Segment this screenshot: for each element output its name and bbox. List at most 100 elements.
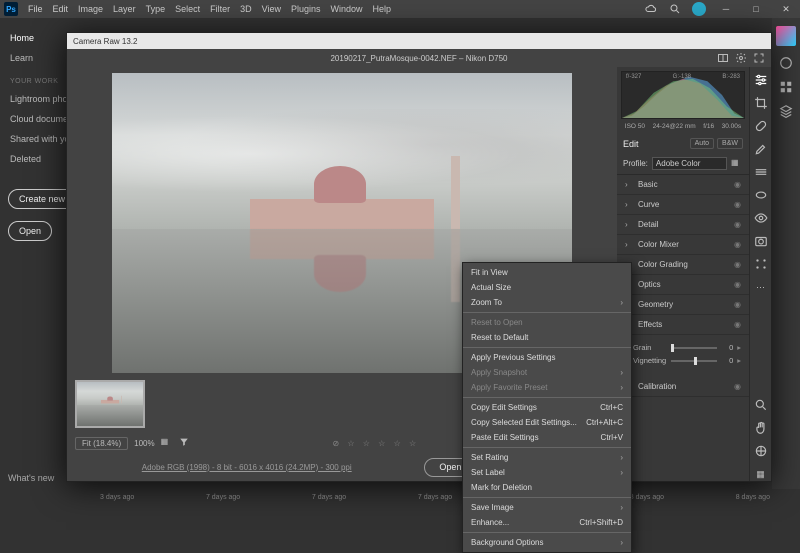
section-color-grading[interactable]: ›Color Grading◉: [617, 255, 749, 275]
ctx-mark-deletion[interactable]: Mark for Deletion: [463, 480, 631, 495]
panel-thumb[interactable]: [776, 26, 796, 46]
ctx-apply-previous[interactable]: Apply Previous Settings: [463, 350, 631, 365]
window-minimize-icon[interactable]: ─: [716, 4, 736, 14]
zoom-100[interactable]: 100%: [134, 439, 154, 448]
toggle-before-after-icon[interactable]: [717, 52, 729, 64]
auto-button[interactable]: Auto: [690, 138, 714, 149]
snapshots-icon[interactable]: [754, 234, 768, 248]
open-button[interactable]: Open: [8, 221, 52, 241]
layers-panel-icon[interactable]: [779, 104, 793, 118]
ctx-reset-default[interactable]: Reset to Default: [463, 330, 631, 345]
grid-view-icon[interactable]: ▦: [161, 437, 173, 449]
workflow-options-link[interactable]: Adobe RGB (1998) - 8 bit - 6016 x 4016 (…: [77, 463, 416, 472]
more-tools-icon[interactable]: ⋯: [754, 280, 768, 294]
exif-row: ISO 5024-24@22 mmf/1630.00s: [617, 123, 749, 134]
ctx-apply-favorite: Apply Favorite Preset: [463, 380, 631, 395]
ctx-set-label[interactable]: Set Label: [463, 465, 631, 480]
profile-dropdown[interactable]: Adobe Color: [652, 157, 727, 170]
color-sampler-icon[interactable]: [754, 444, 768, 458]
filmstrip-thumb[interactable]: [75, 380, 145, 428]
histo-r: f/-327: [626, 74, 641, 80]
menu-type[interactable]: Type: [146, 4, 166, 14]
cr-filename: 20190217_PutraMosque-0042.NEF – Nikon D7…: [330, 54, 507, 63]
zoom-tool-icon[interactable]: [754, 398, 768, 412]
ctx-apply-snapshot: Apply Snapshot: [463, 365, 631, 380]
recent-items-timestamps: 3 days ago7 days ago7 days ago7 days ago…: [100, 494, 770, 501]
window-maximize-icon[interactable]: □: [746, 4, 766, 14]
graduated-filter-icon[interactable]: [754, 165, 768, 179]
histo-g: G:-138: [673, 74, 691, 80]
ps-logo: Ps: [4, 2, 18, 16]
menu-3d[interactable]: 3D: [240, 4, 252, 14]
camera-raw-dialog: Camera Raw 13.2 20190217_PutraMosque-004…: [66, 32, 772, 482]
grain-slider[interactable]: Grain 0 ▸: [633, 343, 741, 352]
edit-panel-title: Edit: [623, 139, 639, 149]
edit-accordion: ›Basic◉ ›Curve◉ ›Detail◉ ›Color Mixer◉ ›…: [617, 174, 749, 397]
section-basic[interactable]: ›Basic◉: [617, 175, 749, 195]
hand-tool-icon[interactable]: [754, 421, 768, 435]
edit-panel: f/-327 G:-138 B:-283 ISO 5024-24@22 mmf/…: [617, 67, 749, 481]
menu-edit[interactable]: Edit: [53, 4, 69, 14]
section-detail[interactable]: ›Detail◉: [617, 215, 749, 235]
ctx-paste-edit[interactable]: Paste Edit SettingsCtrl+V: [463, 430, 631, 445]
menu-file[interactable]: File: [28, 4, 43, 14]
section-color-mixer[interactable]: ›Color Mixer◉: [617, 235, 749, 255]
ctx-fit-in-view[interactable]: Fit in View: [463, 265, 631, 280]
section-curve[interactable]: ›Curve◉: [617, 195, 749, 215]
edit-tool-icon[interactable]: [754, 73, 768, 87]
radial-filter-icon[interactable]: [754, 188, 768, 202]
app-menubar: Ps File Edit Image Layer Type Select Fil…: [0, 0, 800, 18]
gear-icon[interactable]: [735, 52, 747, 64]
ctx-copy-selected-edit[interactable]: Copy Selected Edit Settings...Ctrl+Alt+C: [463, 415, 631, 430]
adjustment-brush-icon[interactable]: [754, 142, 768, 156]
bw-button[interactable]: B&W: [717, 138, 743, 149]
cr-toolstrip: ⋯ ▦: [749, 67, 771, 481]
histogram[interactable]: f/-327 G:-138 B:-283: [621, 71, 745, 119]
context-menu: Fit in View Actual Size Zoom To Reset to…: [462, 262, 632, 553]
menu-plugins[interactable]: Plugins: [291, 4, 321, 14]
zoom-fit-dropdown[interactable]: Fit (18.4%): [75, 437, 128, 450]
healing-tool-icon[interactable]: [754, 119, 768, 133]
window-close-icon[interactable]: ✕: [776, 4, 796, 15]
section-geometry[interactable]: ›Geometry◉: [617, 295, 749, 315]
cloud-icon[interactable]: [644, 2, 658, 16]
crop-tool-icon[interactable]: [754, 96, 768, 110]
swatches-panel-icon[interactable]: [779, 80, 793, 94]
section-optics[interactable]: ›Optics◉: [617, 275, 749, 295]
cr-filename-bar: 20190217_PutraMosque-0042.NEF – Nikon D7…: [67, 49, 771, 67]
ctx-reset-open: Reset to Open: [463, 315, 631, 330]
redeye-tool-icon[interactable]: [754, 211, 768, 225]
profile-label: Profile:: [623, 159, 648, 168]
ctx-save-image[interactable]: Save Image: [463, 500, 631, 515]
menu-help[interactable]: Help: [373, 4, 392, 14]
ctx-enhance[interactable]: Enhance...Ctrl+Shift+D: [463, 515, 631, 530]
right-panel-dock: [772, 18, 800, 489]
section-calibration[interactable]: ›Calibration◉: [617, 377, 749, 397]
cr-titlebar: Camera Raw 13.2: [67, 33, 771, 49]
section-effects[interactable]: ⌄Effects◉: [617, 315, 749, 335]
ctx-zoom-to[interactable]: Zoom To: [463, 295, 631, 310]
effects-body: Grain 0 ▸ Vignetting 0 ▸: [617, 335, 749, 377]
profile-browser-icon[interactable]: ▦: [731, 158, 743, 170]
ctx-background-options[interactable]: Background Options: [463, 535, 631, 550]
search-icon[interactable]: [668, 2, 682, 16]
filter-icon[interactable]: [179, 437, 191, 449]
menu-view[interactable]: View: [262, 4, 281, 14]
toggle-grid-icon[interactable]: ▦: [754, 467, 768, 481]
vignetting-slider[interactable]: Vignetting 0 ▸: [633, 356, 741, 365]
ctx-actual-size[interactable]: Actual Size: [463, 280, 631, 295]
menu-select[interactable]: Select: [175, 4, 200, 14]
ctx-copy-edit[interactable]: Copy Edit SettingsCtrl+C: [463, 400, 631, 415]
menu-window[interactable]: Window: [331, 4, 363, 14]
menu-image[interactable]: Image: [78, 4, 103, 14]
menu-filter[interactable]: Filter: [210, 4, 230, 14]
ctx-set-rating[interactable]: Set Rating: [463, 450, 631, 465]
color-panel-icon[interactable]: [779, 56, 793, 70]
user-avatar[interactable]: [692, 2, 706, 16]
fullscreen-icon[interactable]: [753, 52, 765, 64]
histo-b: B:-283: [722, 74, 740, 80]
menu-layer[interactable]: Layer: [113, 4, 136, 14]
presets-icon[interactable]: [754, 257, 768, 271]
whats-new-link[interactable]: What's new: [8, 473, 54, 483]
rating-stars[interactable]: ⊘ ☆ ☆ ☆ ☆ ☆: [332, 439, 419, 448]
